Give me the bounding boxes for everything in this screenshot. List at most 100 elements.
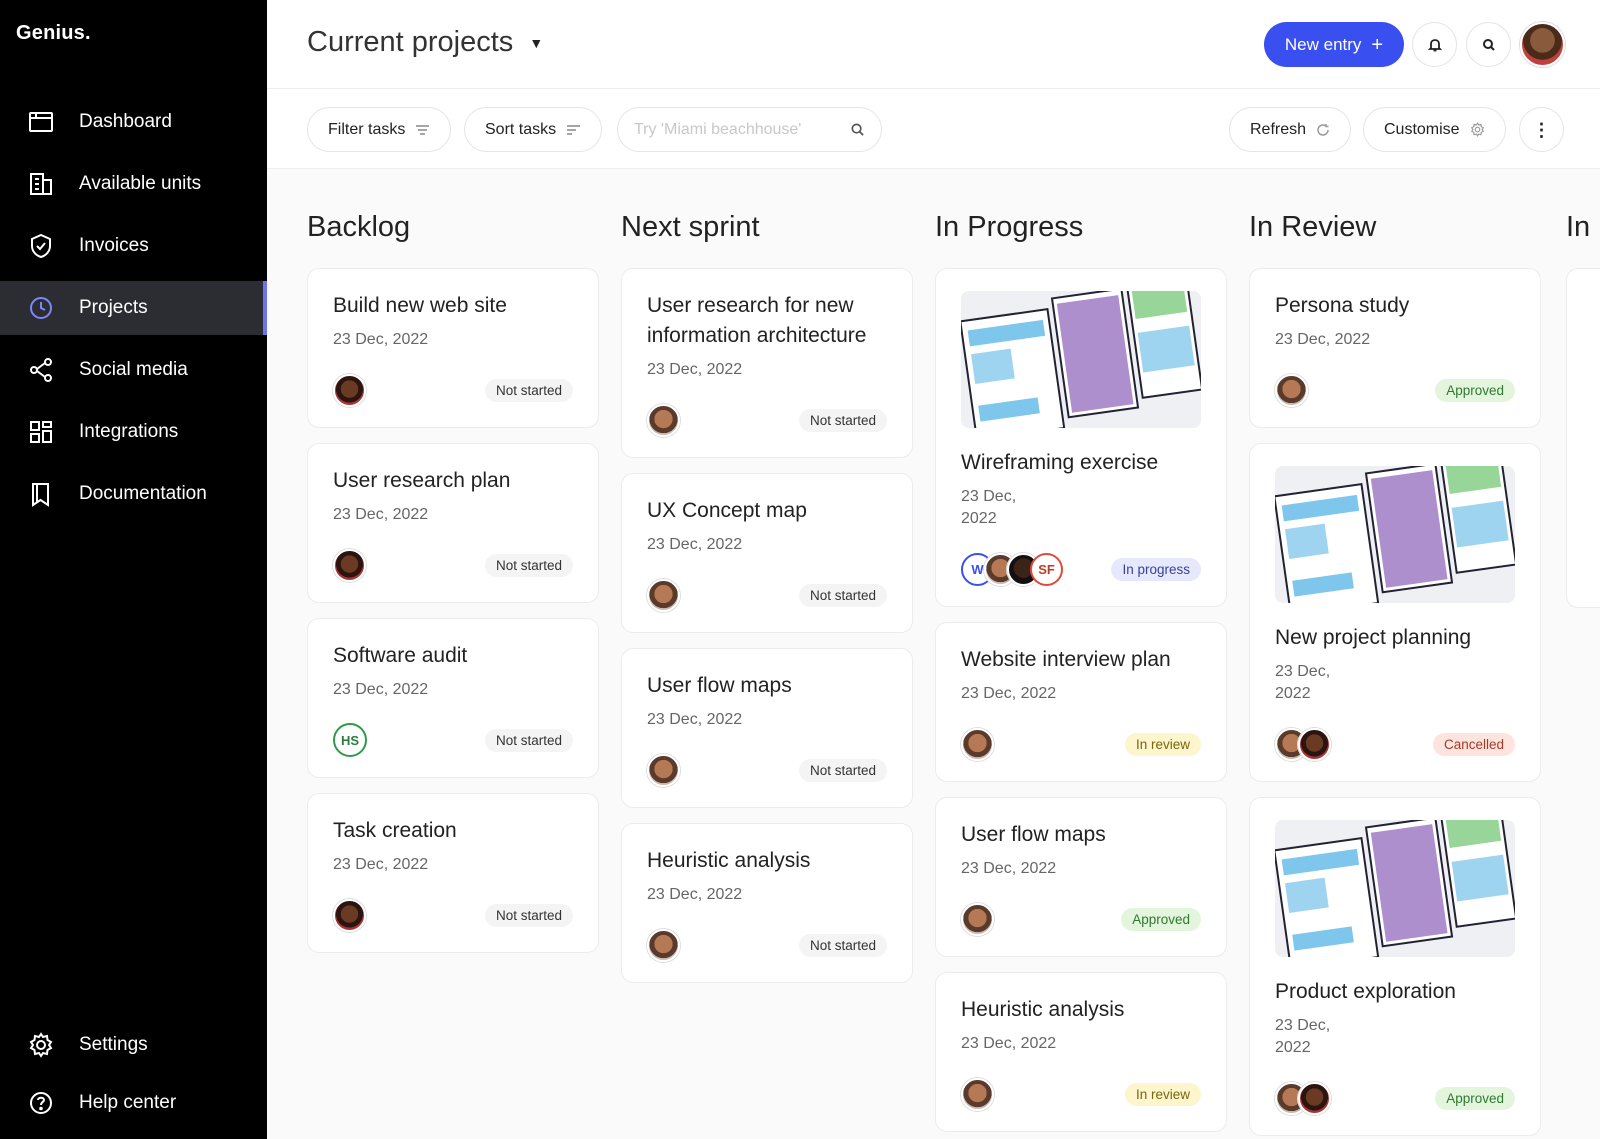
column-title: Next sprint [621, 211, 760, 243]
building-icon [30, 173, 52, 195]
task-card[interactable]: Software audit 23 Dec, 2022 HS Not starte… [307, 618, 599, 778]
refresh-button[interactable]: Refresh [1229, 107, 1352, 152]
sidebar-item-help-center[interactable]: Help center [0, 1076, 267, 1130]
card-title: User research for new information archit… [647, 294, 867, 347]
column-partial: In [1566, 169, 1600, 608]
task-card[interactable]: UX Concept map 23 Dec, 2022 Not started [621, 473, 913, 633]
column-backlog: Backlog Build new web site 23 Dec, 2022 … [307, 169, 599, 968]
dashboard-icon [29, 112, 53, 132]
assignees [647, 403, 680, 437]
card-date: 23 Dec, 2022 [647, 361, 743, 378]
card-title: Website interview plan [961, 648, 1171, 671]
sidebar-item-label: Invoices [79, 235, 149, 256]
new-entry-button[interactable]: New entry + [1264, 22, 1404, 67]
refresh-label: Refresh [1250, 120, 1307, 138]
card-date: 23 Dec, 2022 [333, 681, 429, 698]
app-logo: Genius. [16, 22, 91, 44]
avatar [647, 928, 680, 962]
task-card[interactable]: Product exploration 23 Dec, 2022 Approve… [1249, 797, 1541, 1136]
card-title: Wireframing exercise [961, 451, 1159, 474]
wireframe-sketch-image [961, 291, 1201, 428]
sort-icon [567, 124, 581, 135]
status-badge: Not started [798, 408, 887, 432]
plus-icon: + [1371, 33, 1384, 56]
filter-tasks-button[interactable]: Filter tasks [307, 107, 452, 152]
sidebar-item-dashboard[interactable]: Dashboard [0, 95, 267, 149]
notifications-button[interactable] [1412, 22, 1457, 67]
search-button[interactable] [1466, 22, 1511, 67]
sidebar-item-available-units[interactable]: Available units [0, 157, 267, 211]
assignees [647, 753, 680, 787]
assignees [961, 1077, 994, 1111]
sidebar-item-projects[interactable]: Projects [0, 281, 267, 335]
help-icon [30, 1092, 52, 1114]
clock-icon [30, 297, 52, 319]
sidebar-item-label: Social media [79, 359, 188, 380]
customise-button[interactable]: Customise [1363, 107, 1506, 152]
task-card-partial[interactable] [1566, 268, 1600, 608]
card-title: UX Concept map [647, 499, 807, 522]
task-card[interactable]: User flow maps 23 Dec, 2022 Approved [935, 797, 1227, 957]
card-date: 23 Dec, 2022 [961, 685, 1057, 702]
toolbar: Filter tasks Sort tasks Refresh Customis… [267, 89, 1600, 169]
assignees: HS [333, 723, 367, 757]
book-icon [32, 483, 49, 507]
avatar [1275, 373, 1308, 407]
search-icon [1482, 38, 1495, 51]
assignees: W SF [961, 552, 1063, 586]
sort-tasks-button[interactable]: Sort tasks [464, 107, 603, 152]
card-title: Persona study [1275, 294, 1410, 317]
card-title: Software audit [333, 644, 468, 667]
search-icon[interactable] [850, 122, 865, 137]
task-card[interactable]: User research plan 23 Dec, 2022 Not star… [307, 443, 599, 603]
task-card[interactable]: New project planning 23 Dec, 2022 Cancel… [1249, 443, 1541, 782]
avatar [1298, 727, 1331, 761]
status-badge: In progress [1111, 557, 1201, 581]
task-card[interactable]: Persona study 23 Dec, 2022 Approved [1249, 268, 1541, 428]
status-badge: Cancelled [1432, 732, 1515, 756]
sidebar-item-settings[interactable]: Settings [0, 1018, 267, 1072]
card-title: New project planning [1275, 626, 1472, 649]
card-date: 23 Dec, 2022 [1275, 663, 1331, 702]
more-options-button[interactable]: ⋮ [1519, 107, 1564, 152]
task-card[interactable]: User flow maps 23 Dec, 2022 Not started [621, 648, 913, 808]
avatar [1298, 1081, 1331, 1115]
share-icon [30, 358, 52, 382]
column-in-progress: In Progress Wireframing exercise 23 Dec,… [935, 169, 1227, 1139]
card-date: 23 Dec, 2022 [1275, 331, 1371, 348]
avatar-initials: SF [1030, 552, 1063, 586]
new-entry-label: New entry [1284, 34, 1362, 54]
column-title: In Progress [935, 211, 1084, 243]
card-date: 23 Dec, 2022 [333, 506, 429, 523]
user-avatar[interactable] [1520, 22, 1565, 67]
task-card[interactable]: Heuristic analysis 23 Dec, 2022 In revie… [935, 972, 1227, 1132]
sidebar-bottom-nav: Settings Help center [0, 1018, 267, 1134]
project-switcher[interactable]: Current projects ▼ [307, 26, 543, 59]
chevron-down-icon: ▼ [529, 34, 544, 51]
assignees [333, 548, 366, 582]
task-card[interactable]: Heuristic analysis 23 Dec, 2022 Not star… [621, 823, 913, 983]
task-card[interactable]: Website interview plan 23 Dec, 2022 In r… [935, 622, 1227, 782]
task-card[interactable]: User research for new information archit… [621, 268, 913, 458]
refresh-icon [1317, 123, 1329, 136]
sidebar-item-integrations[interactable]: Integrations [0, 405, 267, 459]
card-date: 23 Dec, 2022 [961, 488, 1017, 527]
card-title: User flow maps [961, 823, 1106, 846]
sort-tasks-label: Sort tasks [485, 120, 557, 138]
status-badge: In review [1124, 1082, 1201, 1106]
sidebar: Genius. Dashboard Available units Invoic… [0, 0, 267, 1139]
search-box [617, 107, 882, 152]
sidebar-item-invoices[interactable]: Invoices [0, 219, 267, 273]
card-title: Task creation [333, 819, 457, 842]
task-card[interactable]: Task creation 23 Dec, 2022 Not started [307, 793, 599, 953]
search-input[interactable] [634, 120, 834, 139]
task-card[interactable]: Wireframing exercise 23 Dec, 2022 W SF I… [935, 268, 1227, 607]
column-in-review: In Review Persona study 23 Dec, 2022 App… [1249, 169, 1541, 1139]
sidebar-item-social-media[interactable]: Social media [0, 343, 267, 397]
sidebar-item-label: Dashboard [79, 111, 172, 132]
sidebar-item-documentation[interactable]: Documentation [0, 467, 267, 521]
task-card[interactable]: Build new web site 23 Dec, 2022 Not star… [307, 268, 599, 428]
kanban-board: Backlog Build new web site 23 Dec, 2022 … [307, 169, 1600, 1139]
main-area: Current projects ▼ New entry + Filter ta… [267, 0, 1600, 1139]
column-next-sprint: Next sprint User research for new inform… [621, 169, 913, 998]
